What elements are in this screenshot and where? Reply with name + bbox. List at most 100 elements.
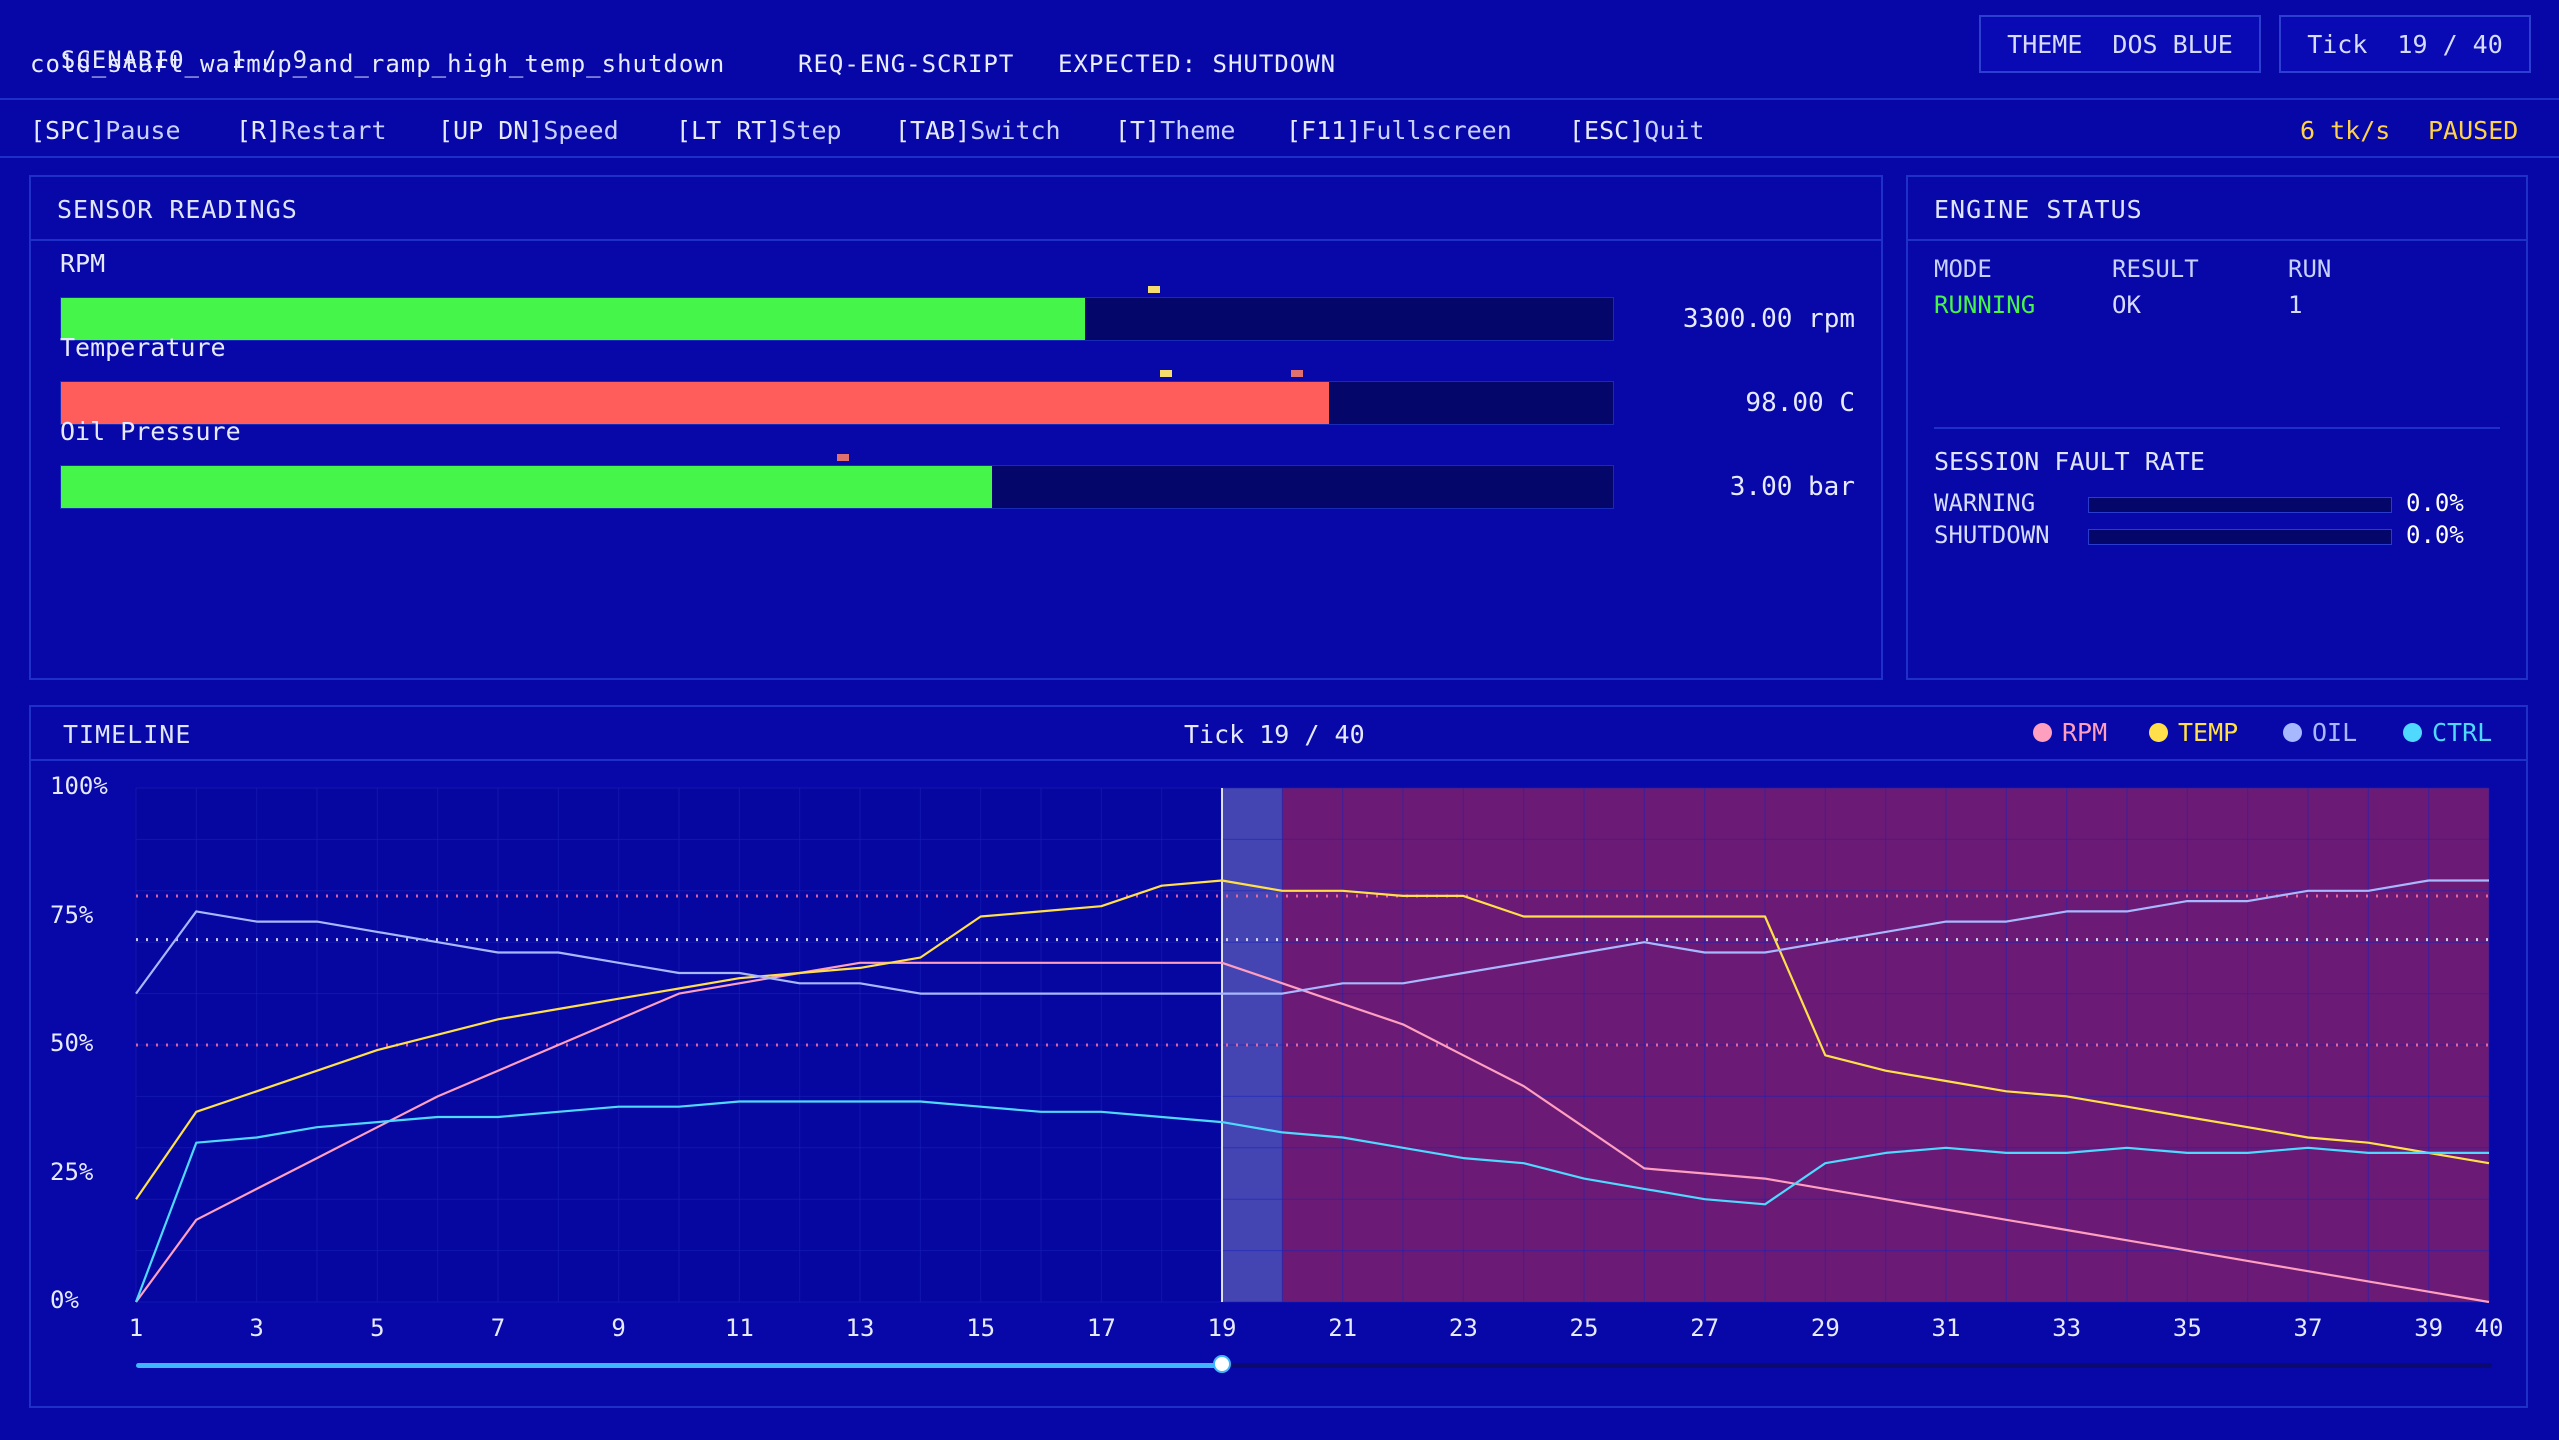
shortcut-action: Quit xyxy=(1644,116,1705,145)
legend-dot-icon xyxy=(2403,723,2422,742)
legend-rpm[interactable]: RPM xyxy=(2033,718,2107,747)
timeline-title: TIMELINE xyxy=(63,720,192,749)
legend-label: CTRL xyxy=(2432,718,2493,747)
legend-ctrl[interactable]: CTRL xyxy=(2403,718,2492,747)
fault-value: 0.0% xyxy=(2406,489,2464,517)
shortcut-theme[interactable]: [T]Theme xyxy=(1115,116,1235,145)
sensor-value: 98.00 C xyxy=(1745,388,1855,418)
x-tick-label: 11 xyxy=(724,1314,754,1342)
divider xyxy=(31,759,2526,761)
shortcut-action: Theme xyxy=(1160,116,1236,145)
shortcut-restart[interactable]: [R]Restart xyxy=(236,116,387,145)
y-tick-label: 50% xyxy=(50,1029,94,1057)
legend-dot-icon xyxy=(2283,723,2302,742)
playback-speed: 6 tk/s xyxy=(2300,116,2391,145)
divider xyxy=(1934,427,2500,429)
x-tick-label: 33 xyxy=(2052,1314,2082,1342)
fault-rate-title: SESSION FAULT RATE xyxy=(1934,447,2205,476)
expected-outcome: EXPECTED: SHUTDOWN xyxy=(1058,50,1337,78)
x-tick-label: 39 xyxy=(2414,1314,2444,1342)
shortcut-key: [TAB] xyxy=(895,116,971,145)
x-tick-label: 15 xyxy=(966,1314,996,1342)
result-header: RESULT xyxy=(2112,255,2199,283)
legend-label: OIL xyxy=(2312,718,2358,747)
x-tick-label: 27 xyxy=(1690,1314,1720,1342)
x-tick-label: 3 xyxy=(249,1314,264,1342)
y-tick-label: 25% xyxy=(50,1157,94,1186)
fault-label: SHUTDOWN xyxy=(1934,521,2050,549)
engine-run: 1 xyxy=(2288,291,2303,319)
run-header: RUN xyxy=(2288,255,2332,283)
x-tick-label: 35 xyxy=(2172,1314,2202,1342)
theme-button[interactable]: THEME DOS BLUE xyxy=(1979,15,2261,73)
shortcut-key: [LT RT] xyxy=(676,116,782,145)
x-tick-label: 40 xyxy=(2474,1314,2504,1342)
shortcut-step[interactable]: [LT RT]Step xyxy=(676,116,842,145)
timeline-scrubber-handle[interactable] xyxy=(1213,1355,1231,1373)
legend-label: RPM xyxy=(2062,718,2108,747)
legend-dot-icon xyxy=(2149,723,2168,742)
sensor-bar xyxy=(60,465,1614,509)
x-tick-label: 5 xyxy=(370,1314,385,1342)
shortcut-action: Speed xyxy=(543,116,619,145)
x-tick-label: 21 xyxy=(1328,1314,1358,1342)
sensor-bar xyxy=(60,297,1614,341)
shortcut-speed[interactable]: [UP DN]Speed xyxy=(438,116,619,145)
sensor-bar xyxy=(60,381,1614,425)
x-tick-label: 25 xyxy=(1569,1314,1599,1342)
sensor-bar-fill xyxy=(61,466,993,508)
shortcut-key: [T] xyxy=(1115,116,1161,145)
x-tick-label: 29 xyxy=(1810,1314,1840,1342)
sensor-label: Temperature xyxy=(60,333,226,362)
timeline-scrubber-fill xyxy=(136,1363,1222,1368)
shortcut-key: [ESC] xyxy=(1569,116,1645,145)
timeline-tick-text: Tick 19 / 40 xyxy=(1184,720,1365,749)
y-tick-label: 100% xyxy=(50,772,108,800)
legend-oil[interactable]: OIL xyxy=(2283,718,2357,747)
engine-panel-title: ENGINE STATUS xyxy=(1934,195,2143,224)
tick-label: Tick xyxy=(2307,29,2368,59)
threshold-marker xyxy=(1147,286,1160,293)
theme-label: THEME xyxy=(2007,29,2083,59)
shortcut-switch[interactable]: [TAB]Switch xyxy=(895,116,1061,145)
timeline-panel: TIMELINE Tick 19 / 40 xyxy=(29,705,2528,1408)
mode-header: MODE xyxy=(1934,255,1992,283)
legend-dot-icon xyxy=(2033,723,2052,742)
playback-state: PAUSED xyxy=(2428,116,2519,145)
legend-temp[interactable]: TEMP xyxy=(2149,718,2238,747)
scenario-name: cold_start_warmup_and_ramp_high_temp_shu… xyxy=(30,50,726,78)
shortcut-key: [SPC] xyxy=(30,116,106,145)
x-tick-label: 13 xyxy=(845,1314,875,1342)
shortcut-action: Step xyxy=(781,116,842,145)
engine-status-panel: ENGINE STATUS MODE RESULT RUN RUNNING OK… xyxy=(1906,175,2528,680)
shortcut-action: Switch xyxy=(970,116,1061,145)
x-tick-label: 17 xyxy=(1086,1314,1116,1342)
engine-mode: RUNNING xyxy=(1934,291,2036,319)
x-tick-label: 19 xyxy=(1207,1314,1237,1342)
divider xyxy=(1908,239,2526,241)
sensor-label: Oil Pressure xyxy=(60,417,241,446)
shortcut-fullscreen[interactable]: [F11]Fullscreen xyxy=(1286,116,1512,145)
divider xyxy=(31,239,1881,241)
requirement-id: REQ-ENG-SCRIPT xyxy=(798,50,1015,78)
fault-label: WARNING xyxy=(1934,489,2036,517)
sensor-value: 3300.00 rpm xyxy=(1682,304,1855,334)
sensor-label: RPM xyxy=(60,249,106,278)
x-tick-label: 9 xyxy=(611,1314,626,1342)
x-tick-label: 31 xyxy=(1931,1314,1961,1342)
shortcut-key: [R] xyxy=(236,116,282,145)
x-tick-label: 37 xyxy=(2293,1314,2323,1342)
theme-value: DOS BLUE xyxy=(2112,29,2233,59)
shortcut-key: [F11] xyxy=(1286,116,1362,145)
y-tick-label: 0% xyxy=(50,1286,79,1314)
shortcut-pause[interactable]: [SPC]Pause xyxy=(30,116,181,145)
shortcut-action: Pause xyxy=(105,116,181,145)
shortcut-action: Restart xyxy=(281,116,387,145)
shortcut-quit[interactable]: [ESC]Quit xyxy=(1569,116,1704,145)
threshold-marker xyxy=(1290,370,1303,377)
fault-bar xyxy=(2088,497,2392,513)
tick-value: 19 / 40 xyxy=(2397,29,2503,59)
x-tick-label: 7 xyxy=(490,1314,506,1342)
legend-label: TEMP xyxy=(2178,718,2239,747)
x-tick-label: 1 xyxy=(128,1314,144,1342)
